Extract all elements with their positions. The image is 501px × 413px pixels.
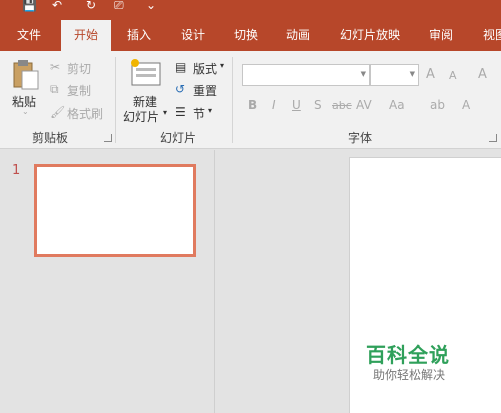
- tab-insert[interactable]: 插入: [118, 20, 160, 51]
- font-name-combo[interactable]: ▼: [242, 64, 370, 86]
- chevron-down-icon: ▼: [409, 70, 415, 78]
- cut-button[interactable]: 剪切: [67, 60, 91, 77]
- slide-number: 1: [12, 163, 21, 178]
- font-group-label: 字体: [348, 131, 373, 145]
- separator: [232, 57, 233, 143]
- save-icon[interactable]: 💾: [22, 0, 37, 12]
- bold-button[interactable]: B: [248, 98, 257, 112]
- paste-icon[interactable]: [12, 59, 40, 91]
- chevron-down-icon: ▼: [360, 70, 366, 78]
- tab-home[interactable]: 开始: [61, 20, 111, 51]
- tab-animations[interactable]: 动画: [277, 20, 319, 51]
- shadow-button[interactable]: S: [314, 98, 322, 112]
- underline-button[interactable]: U: [292, 98, 301, 112]
- tab-slide-show[interactable]: 幻灯片放映: [333, 20, 407, 51]
- clipboard-group-label: 剪贴板: [32, 131, 69, 145]
- undo-icon[interactable]: ↶: [52, 0, 62, 12]
- tab-design[interactable]: 设计: [172, 20, 214, 51]
- font-launcher-icon[interactable]: [489, 134, 497, 142]
- customize-quick-access-icon[interactable]: ⌄: [146, 0, 156, 12]
- new-slide-dropdown-icon[interactable]: ▾: [163, 108, 167, 117]
- character-spacing-button[interactable]: AV: [356, 98, 372, 112]
- separator: [115, 57, 116, 143]
- clipboard-launcher-icon[interactable]: [104, 134, 112, 142]
- highlight-button[interactable]: ab: [430, 98, 445, 112]
- shrink-font-icon[interactable]: A: [449, 69, 457, 82]
- watermark-subtitle: 助你轻松解决: [373, 368, 446, 382]
- reset-icon[interactable]: ↺: [175, 82, 185, 96]
- change-case-button[interactable]: Aa: [389, 98, 405, 112]
- title-bar: 💾 ↶ ↻ ⎚ ⌄: [0, 0, 501, 20]
- ribbon: 粘贴 ⌄ ✂ 剪切 ⧉ 复制 🖌 格式刷 剪贴板 新建 幻灯片 ▾ ▤ 版式 ▾…: [0, 51, 501, 149]
- font-size-combo[interactable]: ▼: [370, 64, 419, 86]
- clear-formatting-icon[interactable]: A: [478, 67, 487, 82]
- new-slide-icon[interactable]: [130, 59, 162, 87]
- watermark-title: 百科全说: [366, 343, 450, 367]
- ribbon-tabs: 文件 开始 插入 设计 切换 动画 幻灯片放映 审阅 视图: [0, 20, 501, 51]
- section-icon[interactable]: ☰: [175, 105, 186, 119]
- present-icon[interactable]: ⎚: [114, 0, 124, 12]
- section-dropdown-icon[interactable]: ▾: [208, 106, 212, 115]
- tab-review[interactable]: 审阅: [420, 20, 462, 51]
- copy-icon[interactable]: ⧉: [50, 82, 59, 97]
- section-button[interactable]: 节: [193, 105, 205, 122]
- new-slide-label-2[interactable]: 幻灯片: [123, 108, 159, 125]
- tab-view[interactable]: 视图: [474, 20, 501, 51]
- format-painter-button[interactable]: 格式刷: [67, 105, 103, 122]
- tab-transitions[interactable]: 切换: [225, 20, 267, 51]
- tab-file[interactable]: 文件: [8, 20, 50, 51]
- strikethrough-button[interactable]: abc: [332, 99, 352, 112]
- reset-button[interactable]: 重置: [193, 82, 217, 99]
- slide-thumbnail[interactable]: [34, 164, 196, 257]
- slides-group-label: 幻灯片: [160, 131, 197, 145]
- font-color-button[interactable]: A: [462, 98, 470, 112]
- layout-button[interactable]: 版式: [193, 60, 217, 77]
- redo-icon[interactable]: ↻: [86, 0, 96, 12]
- italic-button[interactable]: I: [272, 98, 276, 112]
- format-painter-icon[interactable]: 🖌: [50, 105, 65, 119]
- copy-button[interactable]: 复制: [67, 82, 91, 99]
- cut-icon[interactable]: ✂: [50, 60, 60, 74]
- layout-icon[interactable]: ▤: [175, 60, 186, 74]
- layout-dropdown-icon[interactable]: ▾: [220, 61, 224, 70]
- grow-font-icon[interactable]: A: [426, 67, 435, 82]
- paste-dropdown-icon[interactable]: ⌄: [22, 107, 29, 116]
